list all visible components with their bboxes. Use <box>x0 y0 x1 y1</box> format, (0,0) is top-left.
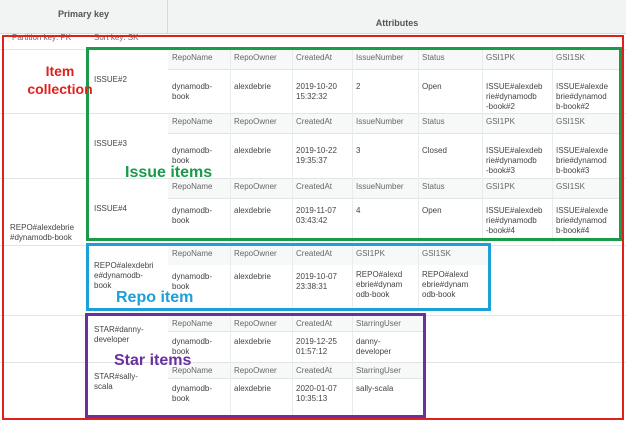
primary-key-header-text: Primary key <box>57 9 110 19</box>
attributes-header: Attributes <box>168 0 626 34</box>
repo-item-label: Repo item <box>116 289 194 306</box>
issue-items-label: Issue items <box>125 164 213 181</box>
star-items-label: Star items <box>114 352 192 369</box>
primary-key-header: Primary key <box>0 0 168 34</box>
attributes-header-text: Attributes <box>375 17 419 28</box>
issue-items-outline <box>86 47 622 241</box>
item-collection-label: Item collection <box>27 63 93 97</box>
